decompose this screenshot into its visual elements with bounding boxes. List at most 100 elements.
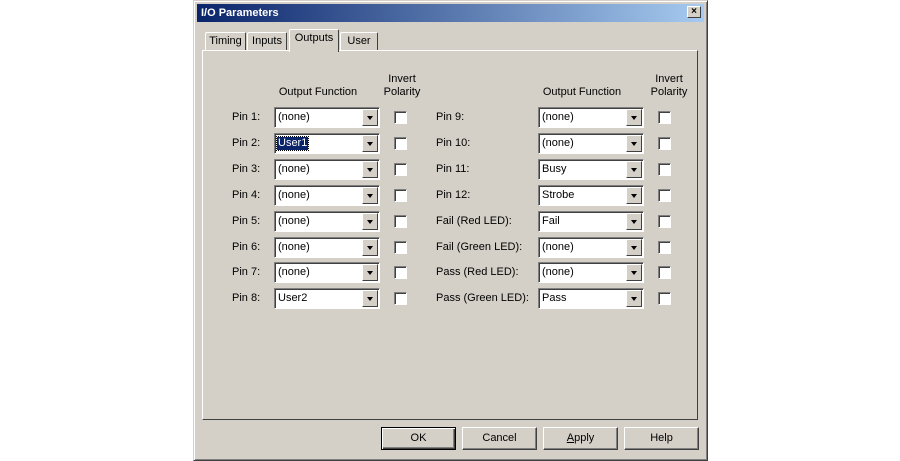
left-output-function-select-1[interactable]: (none) — [274, 107, 380, 128]
chevron-down-icon — [631, 220, 637, 224]
left-pin-label-8: Pin 8: — [232, 292, 261, 304]
right-pin-label-4: Pin 12: — [436, 189, 471, 201]
dropdown-button[interactable] — [626, 161, 642, 178]
right-output-function-select-5[interactable]: Fail — [538, 211, 644, 232]
left-output-function-select-7[interactable]: (none) — [274, 262, 380, 283]
apply-accelerator: A — [566, 432, 575, 444]
left-pin-label-7: Pin 7: — [232, 266, 261, 278]
right-pin-label-5: Fail (Red LED): — [436, 215, 512, 227]
dropdown-button[interactable] — [626, 109, 642, 126]
select-value: (none) — [278, 215, 310, 227]
dropdown-button[interactable] — [362, 239, 378, 256]
left-pin-label-5: Pin 5: — [232, 215, 261, 227]
dropdown-button[interactable] — [626, 290, 642, 307]
right-output-function-select-1[interactable]: (none) — [538, 107, 644, 128]
chevron-down-icon — [367, 168, 373, 172]
left-invert-polarity-checkbox-1[interactable] — [394, 111, 407, 124]
tab-outputs[interactable]: Outputs — [289, 29, 339, 52]
select-value: (none) — [278, 266, 310, 278]
right-invert-polarity-checkbox-7[interactable] — [658, 266, 671, 279]
left-pin-label-1: Pin 1: — [232, 111, 261, 123]
select-value: (none) — [278, 189, 310, 201]
dropdown-button[interactable] — [362, 135, 378, 152]
right-invert-header-line1: Invert — [655, 73, 683, 85]
right-invert-polarity-checkbox-2[interactable] — [658, 137, 671, 150]
right-output-function-select-7[interactable]: (none) — [538, 262, 644, 283]
ok-button[interactable]: OK — [381, 427, 456, 450]
left-invert-polarity-checkbox-4[interactable] — [394, 189, 407, 202]
right-pin-label-3: Pin 11: — [436, 163, 470, 175]
help-button[interactable]: Help — [624, 427, 699, 450]
dropdown-button[interactable] — [626, 213, 642, 230]
dropdown-button[interactable] — [362, 290, 378, 307]
right-invert-polarity-checkbox-1[interactable] — [658, 111, 671, 124]
right-pin-label-8: Pass (Green LED): — [436, 292, 529, 304]
left-pin-label-6: Pin 6: — [232, 241, 261, 253]
right-output-function-select-6[interactable]: (none) — [538, 237, 644, 258]
dropdown-button[interactable] — [626, 264, 642, 281]
tab-inputs[interactable]: Inputs — [247, 32, 287, 50]
left-output-function-select-6[interactable]: (none) — [274, 237, 380, 258]
chevron-down-icon — [367, 194, 373, 198]
right-invert-polarity-checkbox-3[interactable] — [658, 163, 671, 176]
right-invert-polarity-checkbox-8[interactable] — [658, 292, 671, 305]
apply-label-rest: pply — [574, 432, 595, 444]
title-bar[interactable]: I/O Parameters × — [197, 4, 704, 22]
right-invert-polarity-checkbox-5[interactable] — [658, 215, 671, 228]
chevron-down-icon — [631, 297, 637, 301]
close-button[interactable]: × — [687, 6, 701, 18]
left-invert-polarity-checkbox-6[interactable] — [394, 241, 407, 254]
select-value: Strobe — [542, 189, 575, 201]
chevron-down-icon — [631, 271, 637, 275]
left-output-function-select-4[interactable]: (none) — [274, 185, 380, 206]
left-pin-label-2: Pin 2: — [232, 137, 261, 149]
dropdown-button[interactable] — [626, 135, 642, 152]
select-value: (none) — [278, 241, 310, 253]
select-value: (none) — [542, 266, 574, 278]
left-invert-header-line1: Invert — [388, 73, 416, 85]
window-title: I/O Parameters — [201, 7, 279, 19]
tab-timing[interactable]: Timing — [205, 32, 246, 50]
left-invert-polarity-checkbox-3[interactable] — [394, 163, 407, 176]
dropdown-button[interactable] — [362, 187, 378, 204]
right-output-function-select-3[interactable]: Busy — [538, 159, 644, 180]
select-value: Pass — [542, 292, 567, 304]
left-output-function-select-8[interactable]: User2 — [274, 288, 380, 309]
left-invert-polarity-checkbox-2[interactable] — [394, 137, 407, 150]
select-value: Fail — [542, 215, 560, 227]
right-output-function-select-2[interactable]: (none) — [538, 133, 644, 154]
left-output-function-select-2[interactable]: User1 — [274, 133, 380, 154]
left-invert-polarity-checkbox-7[interactable] — [394, 266, 407, 279]
chevron-down-icon — [631, 116, 637, 120]
chevron-down-icon — [367, 116, 373, 120]
select-value: (none) — [542, 111, 574, 123]
apply-button[interactable]: Apply — [543, 427, 618, 450]
dropdown-button[interactable] — [626, 187, 642, 204]
select-value: (none) — [278, 163, 310, 175]
dropdown-button[interactable] — [362, 161, 378, 178]
chevron-down-icon — [367, 297, 373, 301]
dropdown-button[interactable] — [362, 264, 378, 281]
left-invert-polarity-checkbox-5[interactable] — [394, 215, 407, 228]
select-value: User2 — [278, 292, 308, 304]
left-pin-label-4: Pin 4: — [232, 189, 261, 201]
left-invert-polarity-checkbox-8[interactable] — [394, 292, 407, 305]
chevron-down-icon — [631, 142, 637, 146]
tab-user[interactable]: User — [340, 32, 378, 50]
right-invert-polarity-checkbox-6[interactable] — [658, 241, 671, 254]
left-output-function-header: Output Function — [278, 86, 358, 98]
cancel-button[interactable]: Cancel — [462, 427, 537, 450]
right-output-function-select-4[interactable]: Strobe — [538, 185, 644, 206]
left-pin-label-3: Pin 3: — [232, 163, 261, 175]
select-value: (none) — [542, 137, 574, 149]
dropdown-button[interactable] — [362, 213, 378, 230]
right-output-function-select-8[interactable]: Pass — [538, 288, 644, 309]
dropdown-button[interactable] — [362, 109, 378, 126]
dropdown-button[interactable] — [626, 239, 642, 256]
right-output-function-header: Output Function — [542, 86, 622, 98]
left-output-function-select-3[interactable]: (none) — [274, 159, 380, 180]
right-pin-label-7: Pass (Red LED): — [436, 266, 519, 278]
left-output-function-select-5[interactable]: (none) — [274, 211, 380, 232]
right-invert-polarity-checkbox-4[interactable] — [658, 189, 671, 202]
right-pin-label-1: Pin 9: — [436, 111, 465, 123]
